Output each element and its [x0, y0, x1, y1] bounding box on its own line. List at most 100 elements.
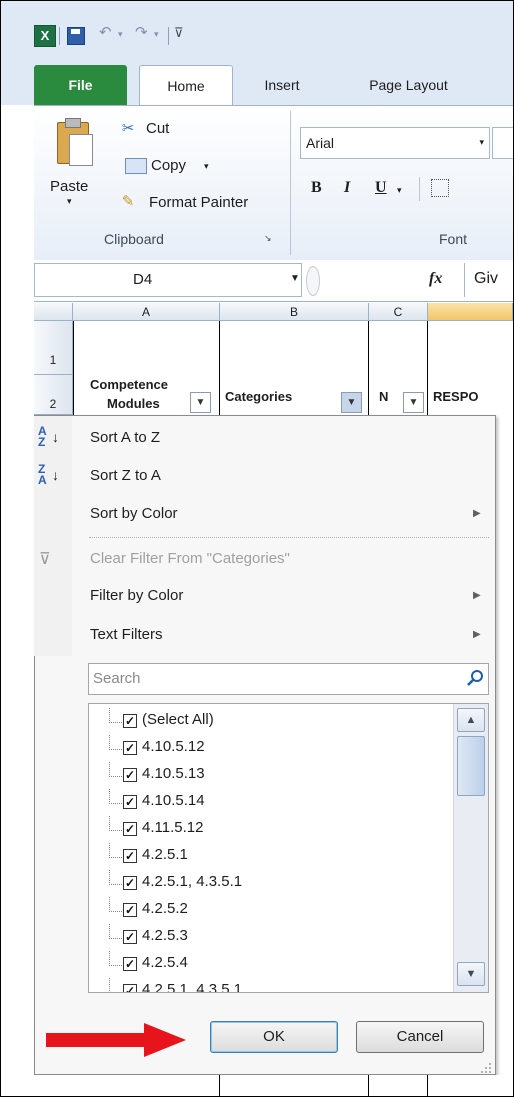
undo-icon[interactable]: ↶ [99, 23, 112, 41]
list-item[interactable]: ✓ 4.2.5.2 [89, 897, 449, 925]
list-item[interactable]: ✓ 4.2.5.1, 4.3.5.1 [89, 978, 449, 992]
list-item[interactable]: ✓ 4.2.5.3 [89, 924, 449, 952]
formula-content[interactable]: Giv [474, 270, 498, 288]
list-item[interactable]: ✓ 4.10.5.14 [89, 789, 449, 817]
checkbox[interactable]: ✓ [123, 957, 137, 971]
excel-app-icon[interactable]: X [34, 25, 56, 47]
formula-divider [464, 263, 465, 297]
sort-az-icon: AZ [38, 424, 47, 449]
list-item[interactable]: ✓ 4.10.5.13 [89, 762, 449, 790]
undo-dropdown-icon[interactable]: ▾ [118, 29, 123, 40]
cancel-button[interactable]: Cancel [356, 1021, 484, 1053]
tab-file[interactable]: File [34, 65, 127, 105]
header-d: RESPO [433, 389, 479, 404]
list-item[interactable]: ✓ 4.2.5.1 [89, 843, 449, 871]
bold-button[interactable]: B [311, 179, 322, 197]
filter-search-input[interactable]: Search [88, 663, 489, 695]
sort-arrow-icon: ↓ [52, 429, 59, 445]
checkbox[interactable]: ✓ [123, 768, 137, 782]
italic-button[interactable]: I [344, 179, 350, 197]
format-painter-icon[interactable]: ✎ [119, 194, 137, 210]
formula-bar-resize-icon[interactable] [306, 266, 320, 296]
save-icon[interactable] [67, 27, 85, 45]
column-header-b[interactable]: B [220, 303, 369, 321]
customize-qat-icon[interactable]: ⊽ [174, 25, 184, 41]
sort-za-icon: ZA [38, 462, 47, 487]
underline-button[interactable]: U [375, 179, 387, 197]
scroll-thumb[interactable] [457, 736, 485, 796]
excel-window: X ↶ ▾ ↷ ▾ ⊽ File Home Insert Page Layout… [0, 0, 514, 1097]
checkbox[interactable]: ✓ [123, 822, 137, 836]
search-icon [467, 670, 483, 686]
borders-icon[interactable] [431, 179, 449, 197]
submenu-arrow-icon: ▶ [473, 508, 481, 519]
list-item[interactable]: ✓ 4.11.5.12 [89, 816, 449, 844]
paste-dropdown-icon[interactable]: ▾ [67, 196, 72, 207]
qat-separator [59, 27, 60, 45]
list-item[interactable]: ✓ 4.2.5.1, 4.3.5.1 [89, 870, 449, 898]
filter-button-a[interactable]: ▼ [190, 392, 211, 413]
tab-page-layout[interactable]: Page Layout [346, 65, 471, 105]
menu-separator [89, 537, 489, 538]
resize-grip-icon[interactable] [479, 1061, 493, 1075]
filter-button-b[interactable]: ▼ [341, 392, 362, 413]
column-header-d[interactable] [428, 303, 513, 321]
header-c: N [379, 389, 389, 404]
checkbox[interactable]: ✓ [123, 903, 137, 917]
filter-button-c[interactable]: ▼ [403, 392, 424, 413]
chevron-down-icon[interactable]: ▼ [290, 273, 300, 284]
font-name-select[interactable]: Arial ▾ [300, 127, 490, 159]
checkbox[interactable]: ✓ [123, 930, 137, 944]
list-item[interactable]: ✓ 4.10.5.12 [89, 735, 449, 763]
redo-icon[interactable]: ↷ [135, 23, 148, 41]
paste-icon[interactable] [53, 116, 93, 168]
column-header-c[interactable]: C [369, 303, 428, 321]
menu-item-filter-by-color[interactable]: Filter by Color [90, 587, 183, 604]
name-box[interactable]: D4 ▼ [34, 263, 302, 297]
header-categories: Categories [225, 389, 293, 404]
checkbox[interactable]: ✓ [123, 795, 137, 809]
dialog-launcher-icon[interactable]: ↘ [264, 233, 272, 244]
row-header-1[interactable]: 1 [34, 321, 73, 375]
group-divider [290, 111, 291, 255]
list-scrollbar[interactable]: ▲ ▼ [453, 704, 488, 992]
underline-dropdown-icon[interactable]: ▾ [397, 185, 402, 196]
menu-item-clear-filter[interactable]: Clear Filter From "Categories" [90, 550, 290, 567]
list-item[interactable]: ✓ 4.2.5.4 [89, 951, 449, 979]
cut-icon[interactable]: ✂ [119, 121, 137, 137]
checkbox[interactable]: ✓ [123, 984, 137, 992]
insert-function-icon[interactable]: fx [429, 270, 442, 288]
ok-button[interactable]: OK [210, 1021, 338, 1053]
menu-item-text-filters[interactable]: Text Filters [90, 626, 163, 643]
menu-item-sort-za[interactable]: Sort Z to A [90, 467, 161, 484]
scroll-down-icon[interactable]: ▼ [457, 962, 485, 986]
checkbox[interactable]: ✓ [123, 714, 137, 728]
checkbox[interactable]: ✓ [123, 849, 137, 863]
font-size-select[interactable] [492, 127, 513, 159]
tab-home[interactable]: Home [139, 65, 233, 106]
checkbox[interactable]: ✓ [123, 876, 137, 890]
column-header-a[interactable]: A [73, 303, 220, 321]
submenu-arrow-icon: ▶ [473, 590, 481, 601]
copy-icon[interactable] [125, 158, 147, 174]
copy-dropdown-icon[interactable]: ▾ [204, 157, 209, 175]
redo-dropdown-icon[interactable]: ▾ [154, 29, 159, 40]
sort-arrow-icon: ↓ [52, 467, 59, 483]
copy-button[interactable]: Copy [151, 157, 186, 174]
sheet-below-menu [34, 1075, 513, 1096]
paste-button[interactable]: Paste [50, 178, 88, 195]
menu-item-sort-by-color[interactable]: Sort by Color [90, 505, 178, 522]
row-header-2[interactable]: 2 [34, 375, 73, 415]
list-item[interactable]: ✓ (Select All) [89, 708, 449, 736]
tab-insert[interactable]: Insert [247, 65, 317, 105]
checkbox[interactable]: ✓ [123, 741, 137, 755]
menu-item-sort-az[interactable]: Sort A to Z [90, 429, 160, 446]
toolbar-separator [419, 177, 420, 201]
filter-values-list[interactable]: ✓ (Select All) ✓ 4.10.5.12 ✓ 4.10.5.13 ✓ 4.1… [88, 703, 489, 993]
clipboard-group-label: Clipboard [104, 231, 164, 247]
scroll-up-icon[interactable]: ▲ [457, 708, 485, 732]
format-painter-button[interactable]: Format Painter [149, 194, 248, 211]
select-all-corner[interactable] [34, 303, 73, 321]
cut-button[interactable]: Cut [146, 120, 169, 137]
submenu-arrow-icon: ▶ [473, 629, 481, 640]
